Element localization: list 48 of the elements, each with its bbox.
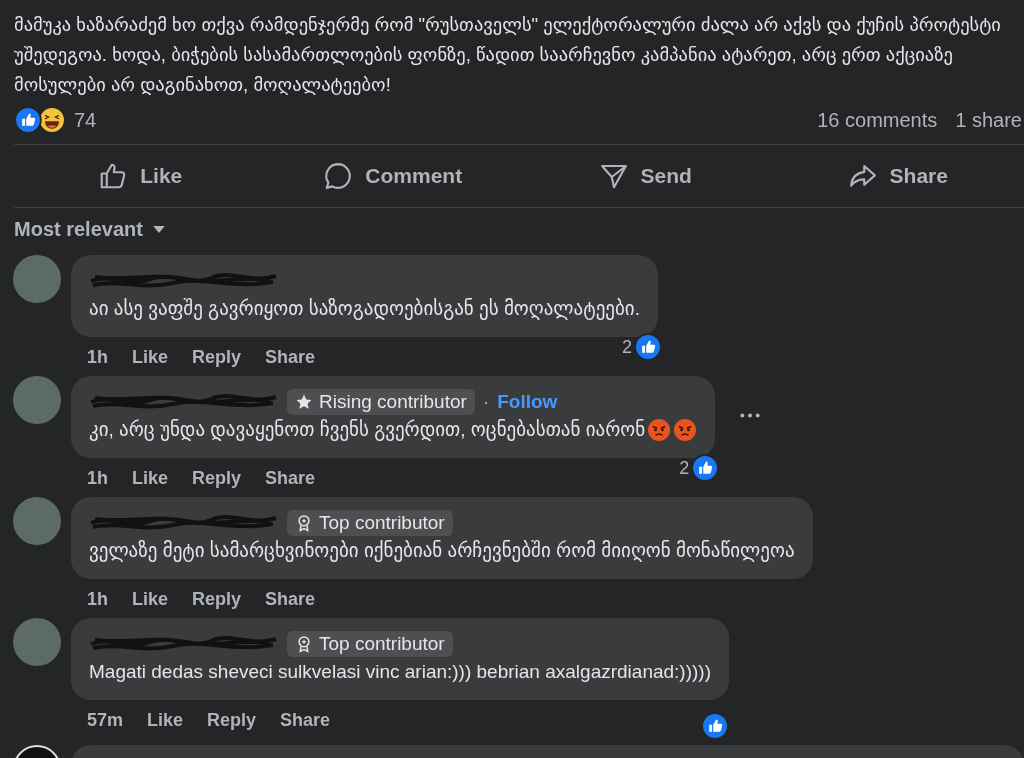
like-reaction-icon[interactable] (633, 333, 662, 361)
comment-time: 1h (87, 347, 108, 368)
speech-bubble-icon (323, 161, 354, 191)
comment-action-link[interactable]: Share (280, 710, 331, 731)
comment-action-link[interactable]: Reply (192, 347, 242, 368)
comment-time: 1h (87, 468, 108, 489)
comment-text: Magati dedas sheveci sulkvelasi vinc arian:))) bebrian axalgazrdianad:))))) (89, 660, 711, 684)
comment-action-link[interactable]: Reply (207, 710, 257, 731)
comment-action-link[interactable]: Share (265, 589, 316, 610)
like-reaction-icon[interactable] (691, 454, 720, 482)
comment-text: აი ასე ვაფშე გავრიყოთ საზოგადოებისგან ეს მოღალატეები. (89, 297, 640, 322)
comment-action-link[interactable]: Like (147, 710, 184, 731)
comment-time: 57m (87, 710, 124, 731)
like-reaction-icon[interactable] (701, 712, 729, 740)
like-count: 2 (679, 457, 690, 479)
comment-action-link[interactable]: Like (132, 347, 169, 368)
comment-action-link[interactable]: Like (132, 589, 169, 610)
award-ribbon-icon (295, 514, 313, 532)
comment-action-link[interactable]: Reply (192, 589, 242, 610)
separator-dot: · (482, 391, 490, 413)
caret-icon (152, 226, 165, 233)
post-text: მამუკა ხაზარაძემ ხო თქვა რამდენჯერმე რომ "რუსთაველს" ელექტორალური ძალა არ აქვს და ქუჩის პროტესტი უშედეგოა. ხოდა, ბიჭების სასამართლოების ფონზე, წადით საარჩევნო კამპანია ატარეთ, არც ერთ აქციაზე მოსულები არ დაგინახოთ, მოღალატეებო! (13, 13, 1002, 97)
contributor-badge[interactable]: Rising contributor (287, 389, 475, 415)
comment-action-link[interactable]: Like (132, 468, 169, 489)
star-icon (295, 393, 313, 411)
reaction-count[interactable]: 74 (74, 108, 97, 132)
shares-count[interactable]: 1 share (955, 108, 1022, 132)
sort-dropdown[interactable]: Most relevant (14, 218, 165, 241)
laughing-face-icon (38, 106, 66, 134)
comment-action-link[interactable]: Share (265, 468, 316, 489)
award-ribbon-icon (295, 635, 313, 653)
comment-action-link[interactable]: Share (265, 347, 316, 368)
angry-face-icon (647, 418, 672, 442)
angry-face-icon (673, 418, 698, 442)
follow-link[interactable]: Follow (497, 391, 558, 413)
share-button[interactable]: Share (771, 152, 1024, 200)
comment-text: ველაზე მეტი სამარცხვინოები იქნებიან არჩევნებში რომ მიიღონ მონაწილეოა (89, 539, 795, 564)
contributor-badge[interactable]: Top contributor (287, 631, 453, 657)
comment-button[interactable]: Comment (266, 152, 519, 200)
send-button[interactable]: Send (519, 152, 772, 200)
like-count: 2 (621, 336, 632, 358)
comment-action-link[interactable]: Reply (192, 468, 242, 489)
contributor-badge[interactable]: Top contributor (287, 510, 453, 536)
comments-count[interactable]: 16 comments (817, 108, 938, 132)
comment-time: 1h (87, 589, 108, 610)
like-button[interactable]: Like (14, 152, 267, 200)
comment-text: კი, არც უნდა დავაყენოთ ჩვენს გვერდით, ოცნებასთან იარონ (89, 418, 646, 443)
like-reaction-icon (14, 106, 42, 134)
